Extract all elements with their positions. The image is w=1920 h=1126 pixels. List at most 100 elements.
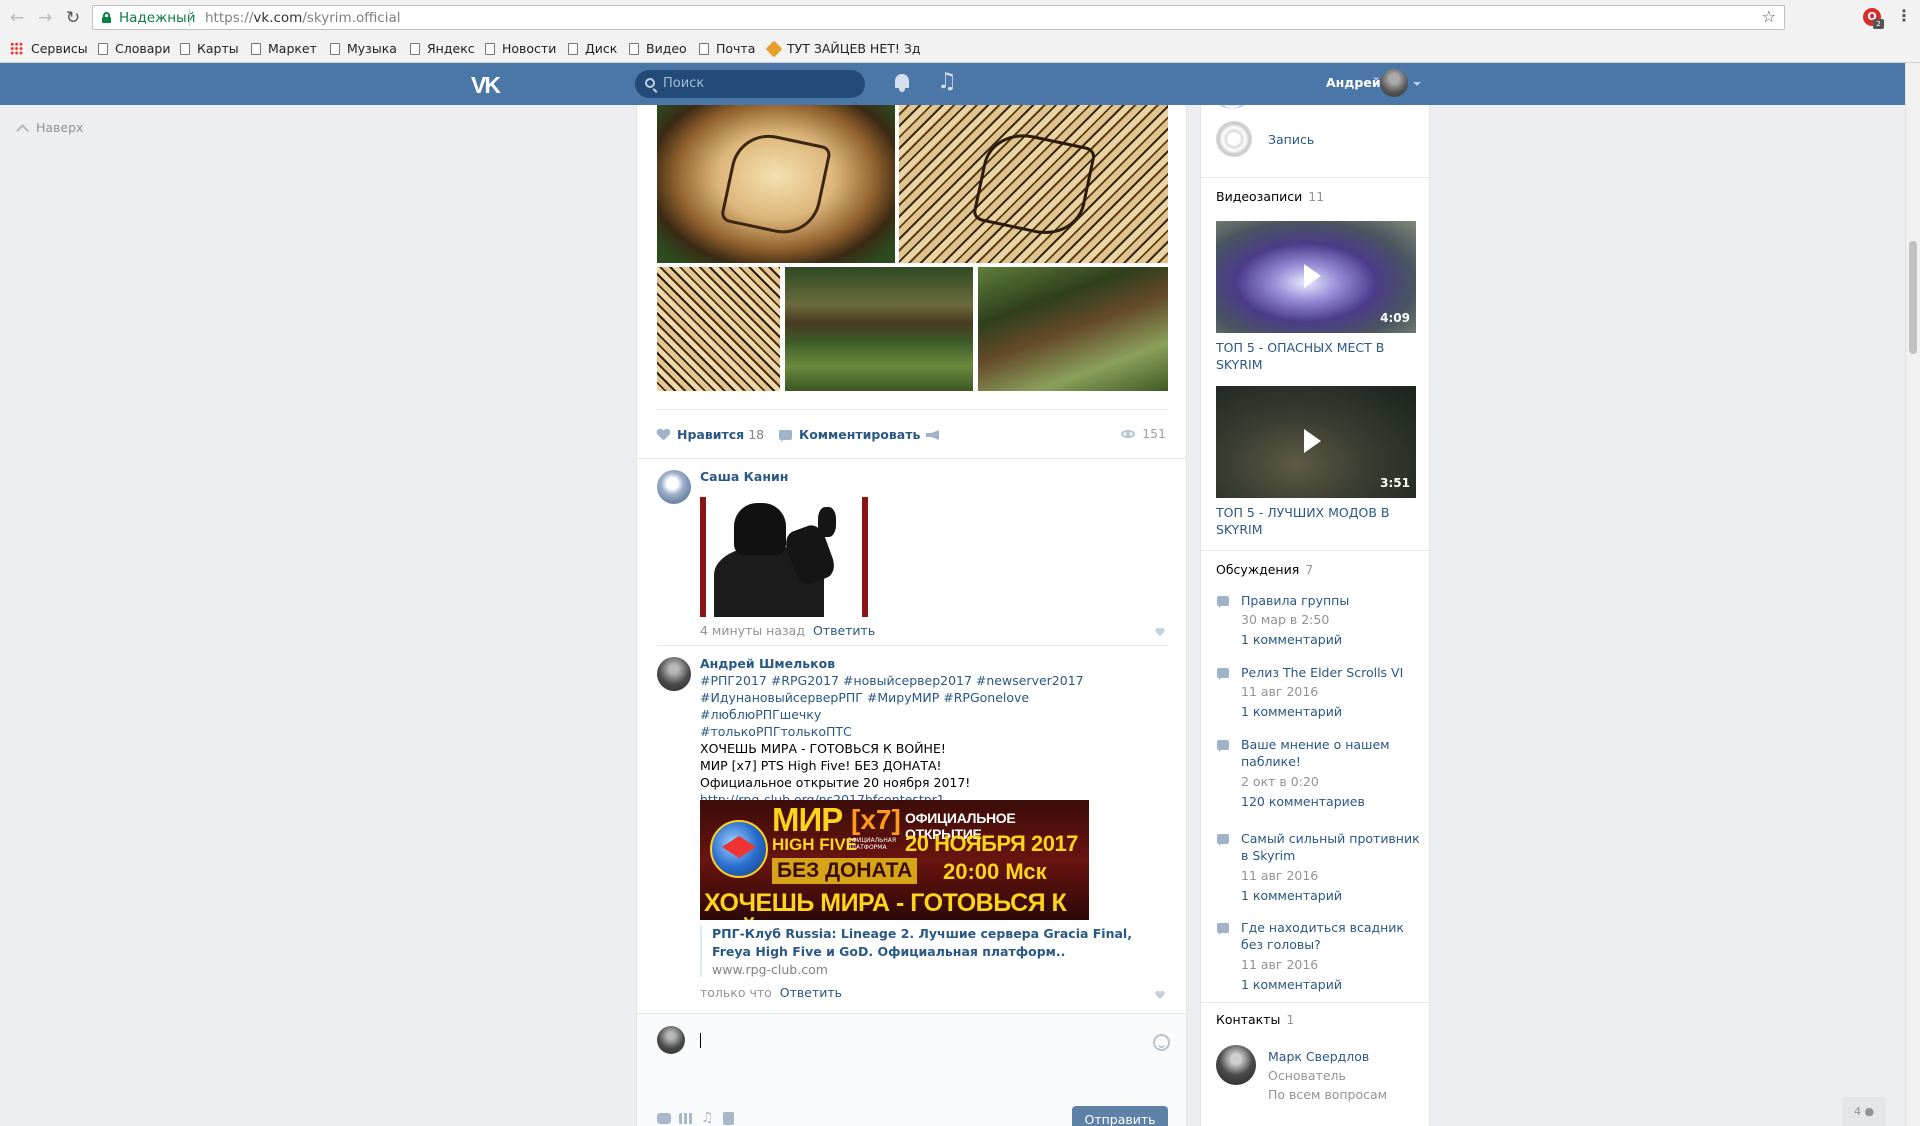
discussion-title[interactable]: Где находиться всадник без головы? [1241,919,1421,953]
discussion-date: 11 авг 2016 [1241,957,1319,972]
scroll-to-top-button[interactable]: Наверх [16,120,83,137]
discussion-title[interactable]: Самый сильный противник в Skyrim [1241,830,1421,864]
header-user-name[interactable]: Андрей [1326,75,1381,90]
discussion-count[interactable]: 120 комментариев [1241,794,1365,809]
bookmark-item[interactable]: Диск [568,40,617,58]
comment-button[interactable]: Комментировать [779,426,920,444]
search-input[interactable]: Поиск [635,70,865,98]
banner-mir: МИР [772,801,843,838]
discussion-count[interactable]: 1 комментарий [1241,632,1342,647]
forward-icon[interactable]: → [34,7,56,29]
link-preview-banner[interactable]: МИР [x7] ОФИЦИАЛЬНОЕ ОТКРЫТИЕ HIGH FIVE … [700,800,1089,920]
discussion-count[interactable]: 1 комментарий [1241,977,1342,992]
reply-link[interactable]: Ответить [813,623,875,638]
views-counter: 151 [1121,426,1166,441]
address-bar[interactable]: Надежный https://vk.com/skyrim.official … [92,5,1785,30]
post-photo[interactable] [899,105,1168,263]
discussions-header[interactable]: Обсуждения 7 [1216,562,1313,577]
page-scrollbar[interactable] [1905,63,1920,1126]
hashtags-line[interactable]: #РПГ2017 #RPG2017 #новыйсервер2017 #news… [700,672,1140,689]
bookmark-label: Почта [716,41,756,56]
link-card-title[interactable]: РПГ-Клуб Russia: Lineage 2. Лучшие серве… [712,925,1140,961]
share-megaphone-icon[interactable] [926,430,939,440]
comment-author[interactable]: Андрей Шмельков [700,656,835,671]
document-icon[interactable] [723,1112,734,1125]
scrollbar-thumb[interactable] [1909,241,1917,354]
bookmark-item[interactable]: Видео [629,40,687,58]
videos-header[interactable]: Видеозаписи 11 [1216,189,1324,204]
browser-menu-icon[interactable]: ⋮ [1896,6,1912,25]
page-icon [98,43,108,55]
chevron-down-icon[interactable] [1413,82,1421,86]
post-photo[interactable] [785,267,973,391]
emoji-icon[interactable] [1153,1034,1170,1051]
bookmark-item[interactable]: Карты [180,40,239,58]
discussion-title[interactable]: Релиз The Elder Scrolls VI [1241,664,1421,681]
discussion-title[interactable]: Правила группы [1241,592,1421,609]
bookmark-apps[interactable]: Сервисы [10,40,88,58]
link-preview-card[interactable]: РПГ-Клуб Russia: Lineage 2. Лучшие серве… [700,925,1140,977]
browser-chrome: ← → ↻ Надежный https://vk.com/skyrim.off… [0,0,1920,63]
contact-name[interactable]: Марк Свердлов [1268,1049,1369,1064]
bookmark-item[interactable]: Словари [98,40,170,58]
bookmark-item[interactable]: Почта [699,40,755,58]
hashtags-line[interactable]: #толькоРПГтолькоПТС [700,723,1140,740]
page-icon [629,43,639,55]
back-icon[interactable]: ← [6,7,28,29]
bookmark-item[interactable]: Маркет [251,40,317,58]
comment-input[interactable] [693,1024,1133,1058]
vk-logo[interactable]: VK [471,72,501,99]
bookmark-item[interactable]: Музыка [330,40,397,58]
camera-icon[interactable] [657,1113,671,1124]
address-row: ← → ↻ Надежный https://vk.com/skyrim.off… [0,0,1920,36]
discussion-count[interactable]: 1 комментарий [1241,888,1342,903]
video-thumbnail[interactable]: 3:51 [1216,386,1416,498]
video-title[interactable]: ТОП 5 - ОПАСНЫХ МЕСТ В SKYRIM [1216,339,1416,373]
apps-grid-icon [10,42,23,55]
video-title[interactable]: ТОП 5 - ЛУЧШИХ МОДОВ В SKYRIM [1216,504,1416,538]
page-icon [485,43,495,55]
video-icon[interactable] [679,1113,693,1124]
discussion-date: 11 авг 2016 [1241,684,1319,699]
avatar[interactable] [1380,69,1408,97]
avatar[interactable] [657,470,691,504]
url-scheme: https:// [205,10,254,26]
bookmark-star-icon[interactable]: ☆ [1762,7,1776,26]
frame-bar [862,497,868,617]
dragon-emblem [971,126,1096,242]
music-icon[interactable]: ♫ [701,1111,714,1125]
divider [1201,177,1429,178]
url-path: /skyrim.official [302,10,401,26]
record-link[interactable]: Запись [1268,132,1314,147]
avatar[interactable] [1216,1045,1256,1085]
comment-sticker-image[interactable] [700,497,868,617]
reload-icon[interactable]: ↻ [62,7,84,29]
comment-like-icon[interactable] [1155,991,1165,999]
wall-post: Нравится 18 Комментировать 151 Саша Канин… [636,105,1187,1126]
reply-link[interactable]: Ответить [780,985,842,1000]
comment-author[interactable]: Саша Канин [700,469,788,484]
music-note-icon[interactable]: ♫ [937,69,957,94]
post-photo[interactable] [657,105,895,263]
comment-like-icon[interactable] [1155,628,1165,636]
avatar[interactable] [657,657,691,691]
hashtags-line[interactable]: #ИдунановыйсерверРПГ #МируМИР #RPGonelov… [700,689,1140,723]
notifications-bell-icon[interactable] [894,73,910,93]
video-thumbnail[interactable]: 4:09 [1216,221,1416,333]
contacts-header[interactable]: Контакты 1 [1216,1012,1294,1027]
post-photo[interactable] [657,267,780,391]
bookmark-item[interactable]: Яндекс [410,40,475,58]
online-count: 4 [1853,1105,1861,1118]
discussion-title[interactable]: Ваше мнение о нашем паблике! [1241,736,1421,770]
divider [657,409,1168,410]
send-button[interactable]: Отправить [1072,1106,1168,1126]
online-friends-widget[interactable]: 4 ● [1842,1097,1886,1126]
bookmark-item[interactable]: ТУТ ЗАЙЦЕВ НЕТ! Зд [765,40,921,58]
comment-composer: ♫ Отправить [637,1013,1186,1126]
secure-label: Надежный [119,10,196,26]
discussion-count[interactable]: 1 комментарий [1241,704,1342,719]
thumbs-up-icon [818,507,836,537]
post-photo[interactable] [978,267,1168,391]
like-button[interactable]: Нравится 18 [657,426,764,444]
bookmark-item[interactable]: Новости [485,40,556,58]
